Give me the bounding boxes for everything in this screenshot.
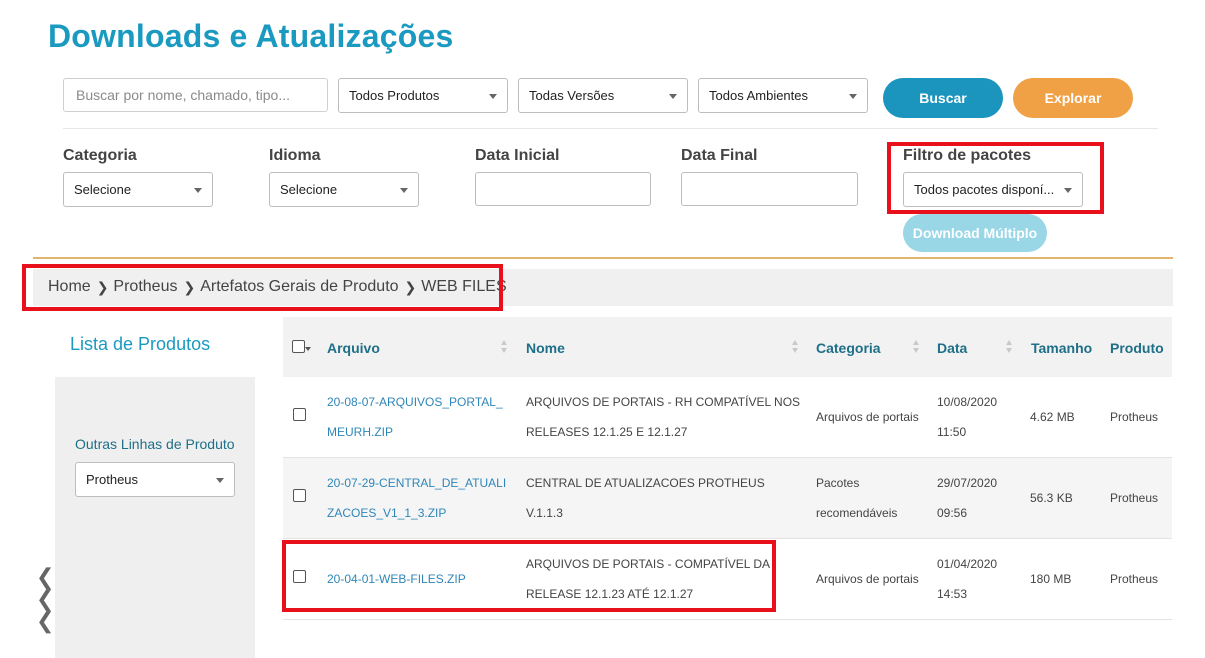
search-input[interactable] xyxy=(63,78,328,112)
file-name: ARQUIVOS DE PORTAIS - RH COMPATÍVEL NOS … xyxy=(526,387,800,447)
file-product: Protheus xyxy=(1110,410,1159,424)
file-name-line: V.1.1.3 xyxy=(526,506,563,520)
file-link-line[interactable]: 20-07-29-CENTRAL_DE_ATUALI xyxy=(327,468,506,498)
file-link-line[interactable]: 20-08-07-ARQUIVOS_PORTAL_ xyxy=(327,387,503,417)
chevron-down-icon xyxy=(400,187,408,193)
column-header-tamanho[interactable]: Tamanho xyxy=(1031,340,1092,356)
product-select-value: Todos Produtos xyxy=(349,88,440,103)
end-date-label: Data Final xyxy=(681,147,758,164)
start-date-input[interactable] xyxy=(475,172,651,206)
category-label: Categoria xyxy=(63,147,137,164)
chevron-down-icon xyxy=(849,93,857,99)
column-header-produto[interactable]: Produto xyxy=(1110,340,1164,356)
version-select[interactable]: Todas Versões xyxy=(518,78,688,113)
file-date: 29/07/2020 09:56 xyxy=(937,468,997,528)
file-name: CENTRAL DE ATUALIZACOES PROTHEUS V.1.1.3 xyxy=(526,468,765,528)
file-link[interactable]: 20-07-29-CENTRAL_DE_ATUALI ZACOES_V1_1_3… xyxy=(327,468,506,528)
search-button[interactable]: Buscar xyxy=(883,78,1003,118)
environment-select-value: Todos Ambientes xyxy=(709,88,809,103)
start-date-label: Data Inicial xyxy=(475,147,560,164)
sort-icon[interactable] xyxy=(792,339,799,355)
highlight-box xyxy=(282,540,776,612)
file-link[interactable]: 20-08-07-ARQUIVOS_PORTAL_ MEURH.ZIP xyxy=(327,387,503,447)
product-line-select[interactable]: Protheus xyxy=(75,462,235,497)
file-category: Arquivos de portais xyxy=(816,410,919,424)
column-header-categoria[interactable]: Categoria xyxy=(816,340,881,356)
product-select[interactable]: Todos Produtos xyxy=(338,78,508,113)
file-link-line[interactable]: MEURH.ZIP xyxy=(327,417,503,447)
row-checkbox[interactable] xyxy=(293,408,306,421)
highlight-box xyxy=(22,264,503,311)
download-multiple-button[interactable]: Download Múltiplo xyxy=(903,214,1047,252)
version-select-value: Todas Versões xyxy=(529,88,615,103)
row-divider xyxy=(283,619,1172,620)
chevron-down-icon xyxy=(216,477,224,483)
file-category: Arquivos de portais xyxy=(816,572,919,586)
file-link-line[interactable]: ZACOES_V1_1_3.ZIP xyxy=(327,498,506,528)
file-date-line: 01/04/2020 xyxy=(937,557,998,571)
product-list-title: Lista de Produtos xyxy=(70,334,211,354)
file-name-line: CENTRAL DE ATUALIZACOES PROTHEUS xyxy=(526,476,765,490)
sort-icon[interactable] xyxy=(1006,339,1013,355)
chevron-down-icon xyxy=(489,93,497,99)
file-date-line: 10/08/2020 xyxy=(937,395,998,409)
product-line-value: Protheus xyxy=(86,472,139,487)
file-time-line: 09:56 xyxy=(937,506,968,520)
row-checkbox[interactable] xyxy=(293,489,306,502)
language-select-value: Selecione xyxy=(280,182,338,197)
file-name-line: ARQUIVOS DE PORTAIS - RH COMPATÍVEL NOS xyxy=(526,395,801,409)
file-time-line: 11:50 xyxy=(937,425,967,439)
file-date-line: 29/07/2020 xyxy=(937,476,998,490)
environment-select[interactable]: Todos Ambientes xyxy=(698,78,868,113)
divider xyxy=(63,128,1158,129)
file-name-line: RELEASES 12.1.25 E 12.1.27 xyxy=(526,425,688,439)
file-category-line: Pacotes xyxy=(816,476,860,490)
sort-icon[interactable] xyxy=(501,339,508,355)
file-product: Protheus xyxy=(1110,572,1159,586)
category-select[interactable]: Selecione xyxy=(63,172,213,207)
category-select-value: Selecione xyxy=(74,182,132,197)
file-size: 4.62 MB xyxy=(1030,410,1075,424)
other-product-lines-label: Outras Linhas de Produto xyxy=(75,436,235,452)
chevron-left-icon[interactable]: ❮ xyxy=(36,610,54,632)
language-select[interactable]: Selecione xyxy=(269,172,419,207)
language-label: Idioma xyxy=(269,147,321,164)
page-title: Downloads e Atualizações xyxy=(48,18,454,54)
chevron-left-icon[interactable]: ❮ xyxy=(36,588,54,610)
file-category-line: recomendáveis xyxy=(816,506,898,520)
divider xyxy=(33,257,1173,259)
pager-arrows: ❮ ❮ ❮ xyxy=(36,566,54,632)
chevron-down-icon xyxy=(669,93,677,99)
column-header-nome[interactable]: Nome xyxy=(526,340,565,356)
end-date-input[interactable] xyxy=(681,172,858,206)
highlight-box xyxy=(887,142,1104,214)
file-size: 180 MB xyxy=(1030,572,1072,586)
chevron-left-icon[interactable]: ❮ xyxy=(36,566,54,588)
select-all-checkbox[interactable] xyxy=(292,340,305,353)
sidebar-panel xyxy=(55,377,255,658)
explore-button[interactable]: Explorar xyxy=(1013,78,1133,118)
file-date: 10/08/2020 11:50 xyxy=(937,387,997,447)
sort-icon[interactable] xyxy=(913,339,920,355)
file-product: Protheus xyxy=(1110,491,1159,505)
column-header-data[interactable]: Data xyxy=(937,340,967,356)
file-date: 01/04/2020 14:53 xyxy=(937,549,997,609)
file-size: 56.3 KB xyxy=(1030,491,1073,505)
file-time-line: 14:53 xyxy=(937,587,968,601)
caret-down-icon[interactable] xyxy=(305,347,311,351)
file-category: Pacotes recomendáveis xyxy=(816,468,897,528)
chevron-down-icon xyxy=(194,187,202,193)
column-header-arquivo[interactable]: Arquivo xyxy=(327,340,380,356)
